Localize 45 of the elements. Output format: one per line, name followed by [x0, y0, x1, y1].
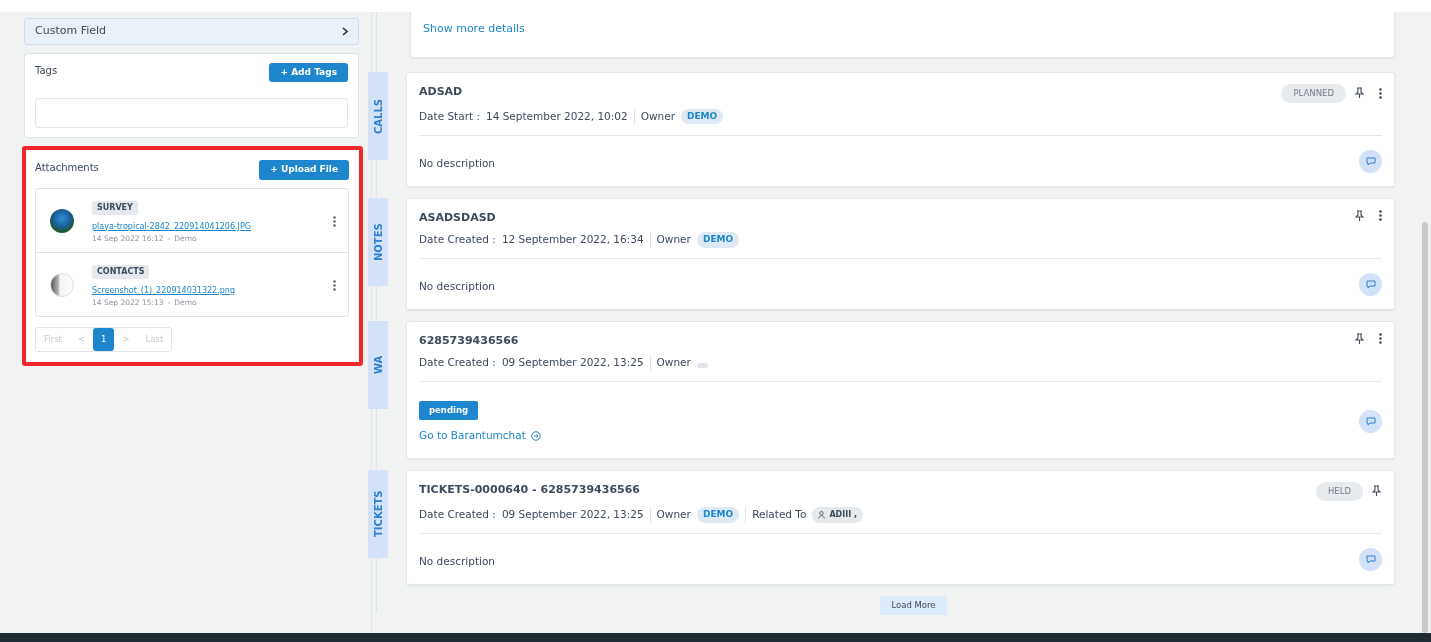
custom-field-panel[interactable]: Custom Field [24, 18, 359, 45]
meta-label: Owner [656, 232, 691, 247]
activity-type-tab[interactable]: TICKETS [368, 470, 388, 558]
add-tags-button[interactable]: + Add Tags [269, 62, 348, 82]
meta-label: Date Created : [419, 232, 496, 247]
category-tag: SURVEY [92, 200, 138, 215]
description-text: No description [419, 279, 495, 292]
activity-type-tab[interactable]: CALLS [368, 72, 388, 160]
meta-label: Date Created : [419, 355, 496, 371]
panel-title: Attachments [35, 161, 99, 175]
activity-title: 6285739436566 [419, 332, 519, 349]
panel-title: Custom Field [35, 23, 107, 39]
upload-file-button[interactable]: + Upload File [259, 160, 349, 180]
owner-badge: DEMO [696, 232, 740, 248]
panel-title: Tags [35, 63, 58, 78]
meta-value: 09 September 2022, 13:25 [501, 355, 644, 371]
activity-type-tab[interactable]: NOTES [368, 197, 388, 286]
activity-title: TICKETS-0000640 - 6285739436566 [419, 482, 640, 498]
file-link[interactable]: Screenshot_(1)_220914031322.png [92, 284, 315, 297]
meta-value: 14 September 2022, 10:02 [485, 108, 628, 124]
status-badge: HELD [1315, 482, 1363, 501]
activity-type-tab[interactable]: WA [368, 320, 388, 409]
owner-badge: DEMO [681, 108, 724, 125]
description-text: No description [419, 156, 495, 169]
description-text: No description [419, 554, 495, 567]
meta-label: Date Start : [419, 108, 480, 124]
pagination-button[interactable]: 1 [93, 328, 115, 351]
load-more-button[interactable]: Load More [880, 595, 947, 615]
meta-label: Owner [640, 108, 675, 124]
meta-value: 09 September 2022, 13:25 [501, 506, 644, 522]
meta-value: 12 September 2022, 16:34 [501, 232, 644, 247]
category-tag: CONTACTS [92, 264, 150, 279]
related-badge: ADIII , [812, 506, 863, 523]
activity-title: ADSAD [419, 84, 463, 100]
meta-label: Owner [656, 506, 691, 522]
owner-badge: DEMO [696, 507, 740, 523]
chat-status-badge: pending [419, 401, 479, 420]
show-more-details-link[interactable]: Show more details [423, 21, 525, 38]
file-link[interactable]: playa-tropical-2842_220914041206.JPG [92, 220, 315, 233]
meta-label: Owner [656, 355, 691, 371]
activity-title: ASADSDASD [419, 209, 496, 226]
meta-label: Related To [752, 506, 807, 522]
barantumchat-link[interactable]: Go to Barantumchat [419, 428, 541, 444]
status-badge: PLANNED [1281, 84, 1346, 103]
meta-label: Date Created : [419, 506, 496, 522]
